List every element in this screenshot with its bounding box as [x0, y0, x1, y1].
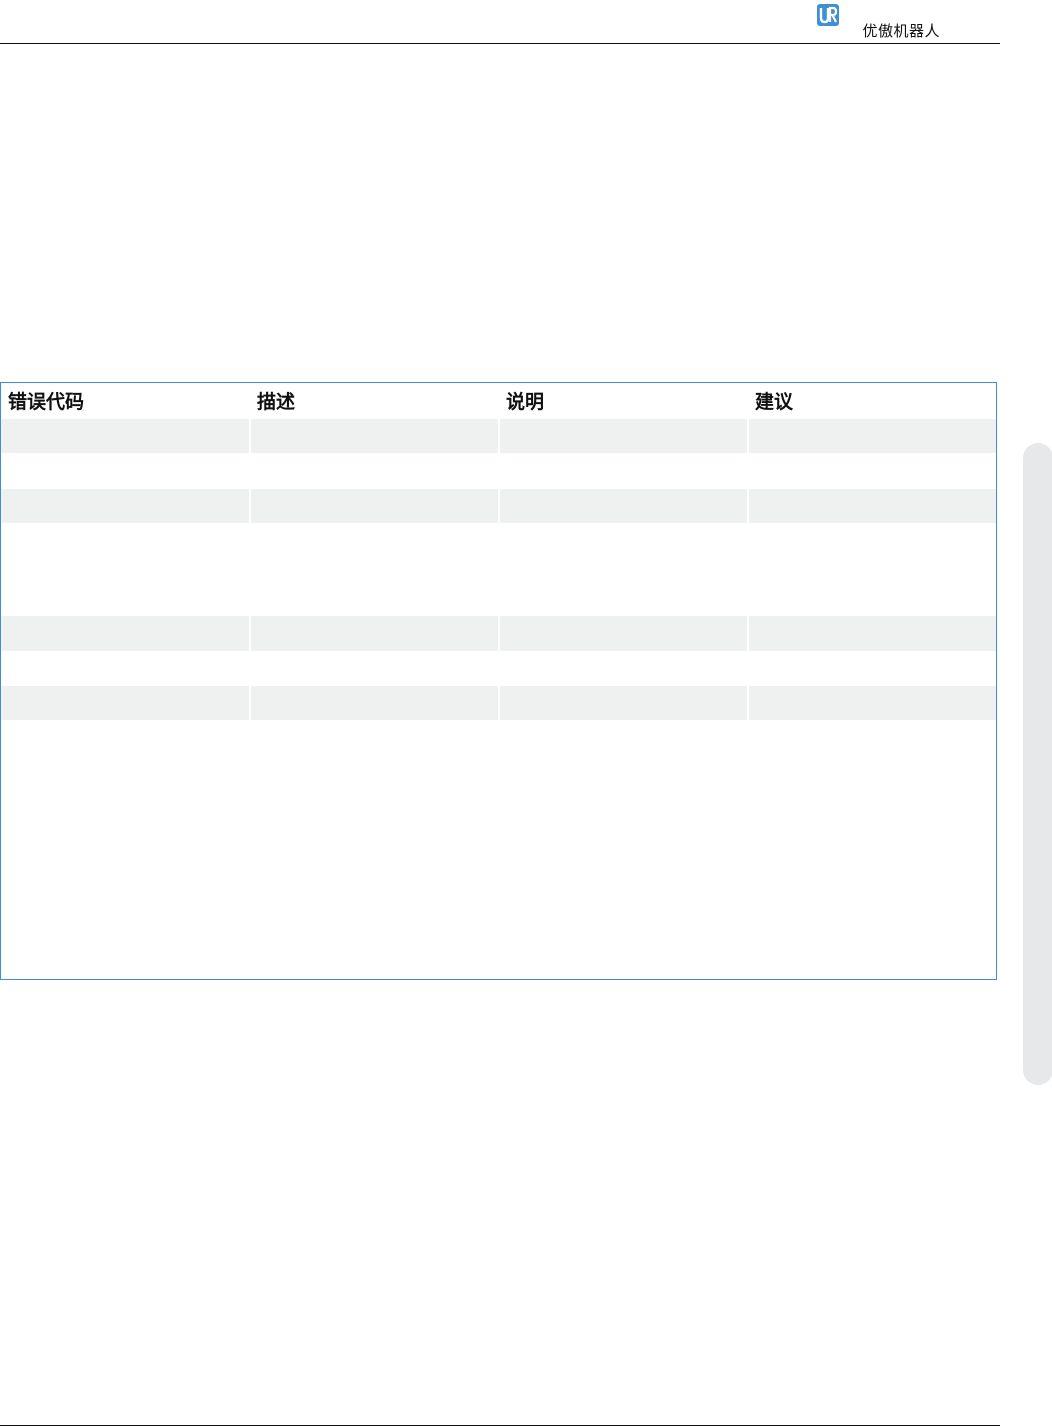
side-thumb-tab — [1023, 443, 1052, 1085]
table-cell — [749, 453, 996, 489]
table-cell — [1, 651, 249, 686]
table-cell — [500, 419, 747, 453]
table-cell — [500, 523, 747, 616]
table-cell — [1, 453, 249, 489]
table-row — [1, 489, 996, 523]
table-cell — [500, 651, 747, 686]
column-header-error-code: 错误代码 — [8, 391, 85, 413]
table-cell — [251, 616, 498, 651]
table-row — [1, 523, 996, 616]
table-cell — [251, 720, 498, 979]
table-row — [1, 453, 996, 489]
table-cell — [1, 523, 249, 616]
table-cell — [1, 686, 249, 720]
table-row — [1, 720, 996, 979]
ur-logo-icon — [816, 3, 840, 27]
table-cell — [1, 720, 249, 979]
table-row — [1, 686, 996, 720]
table-cell — [500, 616, 747, 651]
table-cell — [251, 523, 498, 616]
brand: 优傲机器人 — [816, 3, 940, 41]
column-header-description: 描述 — [257, 391, 296, 413]
table-row — [1, 616, 996, 651]
table-cell — [251, 651, 498, 686]
table-cell — [749, 419, 996, 453]
error-code-table: 错误代码 描述 说明 建议 — [0, 382, 997, 980]
page-header: 优傲机器人 — [0, 0, 1000, 44]
table-cell — [749, 523, 996, 616]
table-header-row: 错误代码 描述 说明 建议 — [1, 383, 996, 419]
table-cell — [500, 720, 747, 979]
table-cell — [1, 489, 249, 523]
table-cell — [251, 419, 498, 453]
table-cell — [500, 686, 747, 720]
table-cell — [251, 453, 498, 489]
header-divider — [0, 43, 1000, 44]
table-cell — [251, 489, 498, 523]
column-header-explanation: 说明 — [506, 391, 545, 413]
table-cell — [749, 489, 996, 523]
table-cell — [749, 651, 996, 686]
table-cell — [500, 453, 747, 489]
table-row — [1, 419, 996, 453]
column-header-suggestion: 建议 — [755, 391, 794, 413]
table-cell — [251, 686, 498, 720]
table-cell — [749, 686, 996, 720]
brand-name: 优傲机器人 — [862, 22, 940, 40]
table-cell — [1, 616, 249, 651]
table-cell — [749, 616, 996, 651]
table-cell — [500, 489, 747, 523]
table-cell — [749, 720, 996, 979]
table-row — [1, 651, 996, 686]
table-cell — [1, 419, 249, 453]
